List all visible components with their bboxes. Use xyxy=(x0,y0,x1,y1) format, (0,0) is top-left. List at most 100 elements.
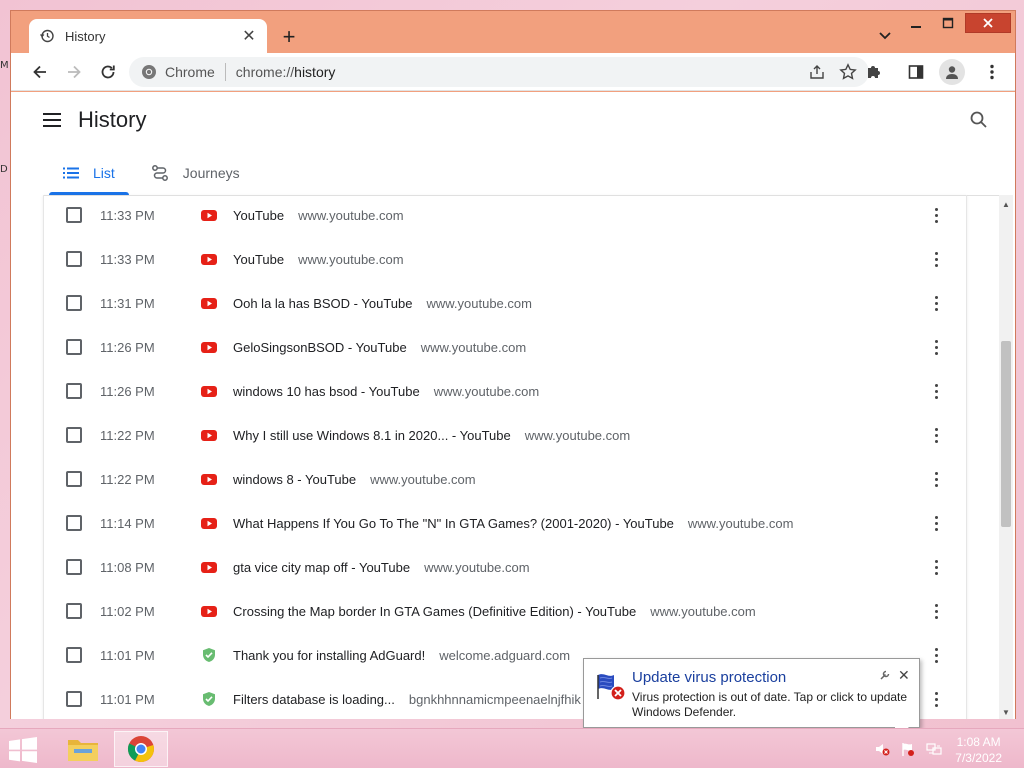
row-text: GeloSingsonBSOD - YouTube www.youtube.com xyxy=(233,340,526,355)
adguard-shield-icon xyxy=(203,648,215,662)
page-link[interactable]: GeloSingsonBSOD - YouTube xyxy=(233,340,407,355)
page-link[interactable]: Filters database is loading... xyxy=(233,692,395,707)
row-more-actions-icon[interactable] xyxy=(928,381,944,401)
youtube-icon xyxy=(201,254,217,265)
row-more-actions-icon[interactable] xyxy=(928,337,944,357)
history-row[interactable]: 11:26 PM GeloSingsonBSOD - YouTube www.you… xyxy=(44,325,968,369)
close-tab-icon[interactable]: ✕ xyxy=(241,28,257,45)
taskbar-clock[interactable]: 1:08 AM 7/3/2022 xyxy=(955,734,1002,766)
row-checkbox[interactable] xyxy=(66,603,82,619)
page-domain: www.youtube.com xyxy=(524,427,631,443)
page-link[interactable]: What Happens If You Go To The "N" In GTA… xyxy=(233,516,674,531)
profile-button[interactable] xyxy=(939,59,965,85)
history-icon xyxy=(40,29,54,43)
back-button[interactable] xyxy=(25,57,55,87)
history-row[interactable]: 11:14 PM What Happens If You Go To The "N… xyxy=(44,501,968,545)
row-checkbox[interactable] xyxy=(66,515,82,531)
defender-notification[interactable]: Update virus protection Virus protection… xyxy=(583,658,920,739)
history-row[interactable]: 11:02 PM Crossing the Map border In GTA G… xyxy=(44,589,968,633)
wrench-icon[interactable] xyxy=(879,669,891,681)
tab-list-label: List xyxy=(93,165,115,181)
page-link[interactable]: Thank you for installing AdGuard! xyxy=(233,648,425,663)
row-checkbox[interactable] xyxy=(66,471,82,487)
page-link[interactable]: YouTube xyxy=(233,252,284,267)
chrome-taskbar-button[interactable] xyxy=(114,731,168,767)
url-text[interactable]: chrome://history xyxy=(236,64,809,80)
history-row[interactable]: 11:33 PM YouTube www.youtube.com xyxy=(44,193,968,237)
youtube-icon xyxy=(201,518,217,529)
visit-time: 11:22 PM xyxy=(100,427,155,443)
page-link[interactable]: windows 10 has bsod - YouTube xyxy=(233,384,420,399)
scroll-up-icon[interactable]: ▲ xyxy=(999,197,1013,211)
page-link[interactable]: Why I still use Windows 8.1 in 2020... -… xyxy=(233,428,511,443)
file-explorer-button[interactable] xyxy=(56,731,110,767)
row-more-actions-icon[interactable] xyxy=(928,425,944,445)
visit-time: 11:01 PM xyxy=(100,647,155,663)
visit-time: 11:14 PM xyxy=(100,515,155,531)
adguard-shield-icon xyxy=(203,692,215,706)
share-icon[interactable] xyxy=(809,64,825,80)
history-row[interactable]: 11:26 PM windows 10 has bsod - YouTube www… xyxy=(44,369,968,413)
extensions-button[interactable] xyxy=(859,57,889,87)
search-icon[interactable] xyxy=(969,110,989,130)
row-checkbox[interactable] xyxy=(66,427,82,443)
forward-button[interactable] xyxy=(59,57,89,87)
reload-button[interactable] xyxy=(93,57,123,87)
row-checkbox[interactable] xyxy=(66,647,82,663)
maximize-button[interactable] xyxy=(933,13,963,33)
row-more-actions-icon[interactable] xyxy=(928,557,944,577)
history-list: 11:33 PM YouTube www.youtube.com 11:33 PM Yo… xyxy=(43,195,967,719)
tab-list[interactable]: List xyxy=(49,154,129,195)
tab-journeys[interactable]: Journeys xyxy=(137,154,254,192)
new-tab-button[interactable]: + xyxy=(277,24,301,49)
row-checkbox[interactable] xyxy=(66,559,82,575)
row-checkbox[interactable] xyxy=(66,339,82,355)
row-more-actions-icon[interactable] xyxy=(928,601,944,621)
row-more-actions-icon[interactable] xyxy=(928,205,944,225)
journeys-icon xyxy=(151,165,168,181)
page-domain: www.youtube.com xyxy=(298,251,404,267)
tab-strip: History ✕ + xyxy=(11,11,1015,53)
history-row[interactable]: 11:08 PM gta vice city map off - YouTube w… xyxy=(44,545,968,589)
side-panel-button[interactable] xyxy=(901,57,931,87)
volume-muted-icon[interactable] xyxy=(874,741,890,757)
history-row[interactable]: 11:22 PM Why I still use Windows 8.1 in 2… xyxy=(44,413,968,457)
page-link[interactable]: Ooh la la has BSOD - YouTube xyxy=(233,296,412,311)
history-row[interactable]: 11:22 PM windows 8 - YouTube www.youtube.c… xyxy=(44,457,968,501)
page-domain: www.youtube.com xyxy=(650,603,756,619)
row-checkbox[interactable] xyxy=(66,251,82,267)
row-more-actions-icon[interactable] xyxy=(928,469,944,489)
row-more-actions-icon[interactable] xyxy=(928,513,944,533)
page-link[interactable]: gta vice city map off - YouTube xyxy=(233,560,410,575)
page-link[interactable]: YouTube xyxy=(233,208,284,223)
close-window-button[interactable] xyxy=(965,13,1011,33)
row-checkbox[interactable] xyxy=(66,691,82,707)
network-icon[interactable] xyxy=(926,741,942,757)
scroll-down-icon[interactable]: ▼ xyxy=(999,705,1013,719)
page-domain: www.youtube.com xyxy=(420,339,527,355)
page-link[interactable]: windows 8 - YouTube xyxy=(233,472,356,487)
action-center-flag-icon[interactable] xyxy=(900,741,916,757)
address-bar[interactable]: Chrome chrome://history xyxy=(129,57,869,87)
history-row[interactable]: 11:33 PM YouTube www.youtube.com xyxy=(44,237,968,281)
menu-button[interactable] xyxy=(977,57,1007,87)
chevron-down-icon[interactable] xyxy=(875,25,895,45)
notification-close-icon[interactable]: ✕ xyxy=(898,667,910,684)
row-checkbox[interactable] xyxy=(66,207,82,223)
arrow-left-icon xyxy=(33,65,46,78)
youtube-icon xyxy=(201,474,217,485)
row-more-actions-icon[interactable] xyxy=(928,645,944,665)
row-checkbox[interactable] xyxy=(66,383,82,399)
history-row[interactable]: 11:31 PM Ooh la la has BSOD - YouTube www.… xyxy=(44,281,968,325)
row-more-actions-icon[interactable] xyxy=(928,249,944,269)
minimize-button[interactable] xyxy=(901,13,931,33)
tab-history[interactable]: History ✕ xyxy=(29,19,267,53)
row-more-actions-icon[interactable] xyxy=(928,293,944,313)
row-checkbox[interactable] xyxy=(66,295,82,311)
row-more-actions-icon[interactable] xyxy=(928,689,944,709)
page-link[interactable]: Crossing the Map border In GTA Games (De… xyxy=(233,604,636,619)
scrollbar-thumb[interactable] xyxy=(1001,341,1011,527)
page-scrollbar[interactable]: ▲ ▼ xyxy=(999,195,1013,719)
windows-start-icon[interactable] xyxy=(8,737,38,763)
hamburger-menu-icon[interactable] xyxy=(43,112,63,128)
